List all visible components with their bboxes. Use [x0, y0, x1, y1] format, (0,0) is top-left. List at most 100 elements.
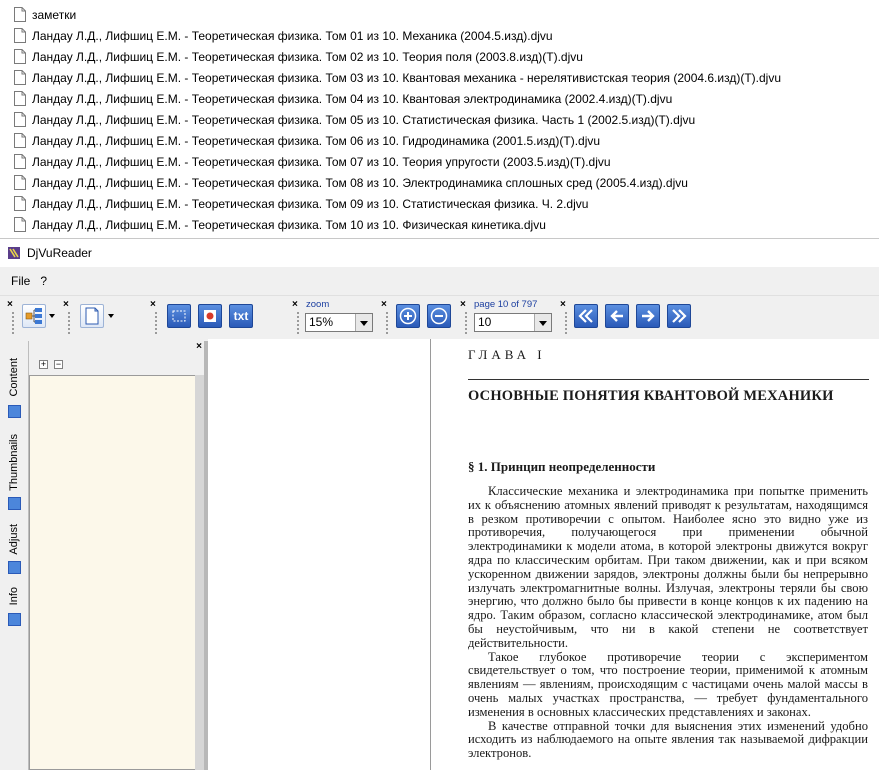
file-item[interactable]: Ландау Л.Д., Лифшиц Е.М. - Теоретическая… [14, 46, 583, 67]
zoom-out-button[interactable] [427, 304, 451, 328]
file-icon [14, 217, 26, 232]
tab-info[interactable]: Info [6, 583, 22, 609]
last-page-button[interactable] [667, 304, 691, 328]
close-icon[interactable]: × [381, 300, 387, 310]
menu-bar: File ? [0, 269, 879, 293]
tab-thumbnails-label: Thumbnails [8, 433, 20, 491]
file-item[interactable]: Ландау Л.Д., Лифшиц Е.М. - Теоретическая… [14, 172, 688, 193]
toolbar-grip[interactable]: × [560, 300, 570, 334]
title-bar: DjVuReader [0, 239, 879, 267]
close-icon[interactable]: × [63, 300, 69, 310]
chapter-title: ОСНОВНЫЕ ПОНЯТИЯ КВАНТОВОЙ МЕХАНИКИ [468, 388, 834, 404]
paragraph: В качестве отправной точки для выяснения… [468, 718, 868, 761]
chevron-down-icon[interactable] [108, 314, 114, 318]
file-list: заметки Ландау Л.Д., Лифшиц Е.М. - Теоре… [0, 0, 879, 238]
zoom-label: zoom [306, 299, 330, 310]
tab-adjust[interactable]: Adjust [6, 519, 22, 559]
file-name: Ландау Л.Д., Лифшиц Е.М. - Теоретическая… [32, 175, 688, 190]
arrow-right-icon [642, 310, 655, 322]
toolbar-grip[interactable]: × [7, 300, 17, 334]
outline-tree[interactable] [29, 375, 195, 770]
file-item[interactable]: Ландау Л.Д., Лифшиц Е.М. - Теоретическая… [14, 25, 553, 46]
close-icon[interactable]: × [150, 300, 156, 310]
expand-all-button[interactable]: + [39, 360, 48, 369]
file-item[interactable]: Ландау Л.Д., Лифшиц Е.М. - Теоретическая… [14, 67, 781, 88]
section-title: § 1. Принцип неопределенности [468, 459, 656, 474]
text-button-label: txt [233, 309, 249, 323]
file-item[interactable]: Ландау Л.Д., Лифшиц Е.М. - Теоретическая… [14, 88, 672, 109]
file-name: Ландау Л.Д., Лифшиц Е.М. - Теоретическая… [32, 49, 583, 64]
next-page-button[interactable] [636, 304, 660, 328]
selection-icon [172, 310, 186, 322]
tab-info-label: Info [8, 586, 20, 606]
file-item[interactable]: Ландау Л.Д., Лифшиц Е.М. - Теоретическая… [14, 193, 588, 214]
file-name: Ландау Л.Д., Лифшиц Е.М. - Теоретическая… [32, 217, 546, 232]
file-icon [14, 196, 26, 211]
page-separator [430, 339, 431, 770]
file-icon [14, 28, 26, 43]
last-page-icon [672, 309, 687, 323]
chapter-label: ГЛАВА I [468, 347, 546, 362]
menu-file[interactable]: File [11, 272, 30, 290]
file-icon [14, 112, 26, 127]
panel-scrollbar[interactable] [195, 375, 204, 770]
chevron-down-icon[interactable] [355, 314, 372, 331]
previous-page-button[interactable] [605, 304, 629, 328]
file-icon [14, 70, 26, 85]
text-button[interactable]: txt [229, 304, 253, 328]
wrench-icon [8, 561, 21, 574]
file-icon [14, 7, 26, 22]
file-item[interactable]: Ландау Л.Д., Лифшиц Е.М. - Теоретическая… [14, 214, 546, 235]
close-icon[interactable]: × [7, 300, 13, 310]
chevron-down-icon[interactable] [534, 314, 551, 331]
collapse-all-button[interactable]: − [54, 360, 63, 369]
file-icon [14, 49, 26, 64]
file-name: Ландау Л.Д., Лифшиц Е.М. - Теоретическая… [32, 112, 696, 127]
copy-image-button[interactable] [198, 304, 222, 328]
tab-thumbnails[interactable]: Thumbnails [6, 429, 22, 495]
file-item[interactable]: заметки [14, 4, 76, 25]
zoom-select[interactable]: 15% [305, 313, 373, 332]
file-item[interactable]: Ландау Л.Д., Лифшиц Е.М. - Теоретическая… [14, 130, 600, 151]
close-icon[interactable]: × [560, 300, 566, 310]
content-icon [8, 405, 21, 418]
paragraph: Классические механика и электродинамика … [468, 484, 868, 650]
image-icon [204, 310, 216, 322]
chevron-down-icon[interactable] [49, 314, 55, 318]
file-name: Ландау Л.Д., Лифшиц Е.М. - Теоретическая… [32, 28, 553, 43]
file-name: Ландау Л.Д., Лифшиц Е.М. - Теоретическая… [32, 196, 589, 211]
zoom-out-icon [430, 307, 448, 325]
toolbar-grip[interactable]: × [460, 300, 470, 334]
first-page-button[interactable] [574, 304, 598, 328]
page-value: 10 [478, 315, 492, 329]
document-view[interactable]: ГЛАВА I ОСНОВНЫЕ ПОНЯТИЯ КВАНТОВОЙ МЕХАН… [208, 339, 879, 770]
file-name: Ландау Л.Д., Лифшиц Е.М. - Теоретическая… [32, 70, 781, 85]
file-name: Ландау Л.Д., Лифшиц Е.М. - Теоретическая… [32, 154, 611, 169]
close-icon[interactable]: × [196, 341, 202, 352]
toolbar-grip[interactable]: × [150, 300, 160, 334]
file-icon [14, 154, 26, 169]
close-icon[interactable]: × [460, 300, 466, 310]
panel-layout-button[interactable] [22, 304, 46, 328]
toolbar-grip[interactable]: × [63, 300, 73, 334]
app-icon [8, 247, 20, 259]
file-name: заметки [32, 7, 77, 22]
page-count-label: page 10 of 797 [474, 299, 538, 310]
file-item[interactable]: Ландау Л.Д., Лифшиц Е.М. - Теоретическая… [14, 109, 695, 130]
toolbar-grip[interactable]: × [292, 300, 302, 334]
tree-icon [25, 308, 42, 324]
close-icon[interactable]: × [292, 300, 298, 310]
zoom-in-icon [399, 307, 417, 325]
page-layout-button[interactable] [80, 304, 104, 328]
zoom-in-button[interactable] [396, 304, 420, 328]
content-panel: × + − [29, 341, 204, 770]
document-page[interactable]: ГЛАВА I ОСНОВНЫЕ ПОНЯТИЯ КВАНТОВОЙ МЕХАН… [432, 339, 879, 770]
toolbar: × × × txt × zoom 15% × × page 10 of 797 … [0, 295, 879, 338]
page-icon [85, 307, 99, 325]
toolbar-grip[interactable]: × [381, 300, 391, 334]
page-select[interactable]: 10 [474, 313, 552, 332]
file-item[interactable]: Ландау Л.Д., Лифшиц Е.М. - Теоретическая… [14, 151, 611, 172]
menu-help[interactable]: ? [40, 272, 47, 290]
select-region-button[interactable] [167, 304, 191, 328]
tab-content[interactable]: Content [6, 355, 22, 399]
